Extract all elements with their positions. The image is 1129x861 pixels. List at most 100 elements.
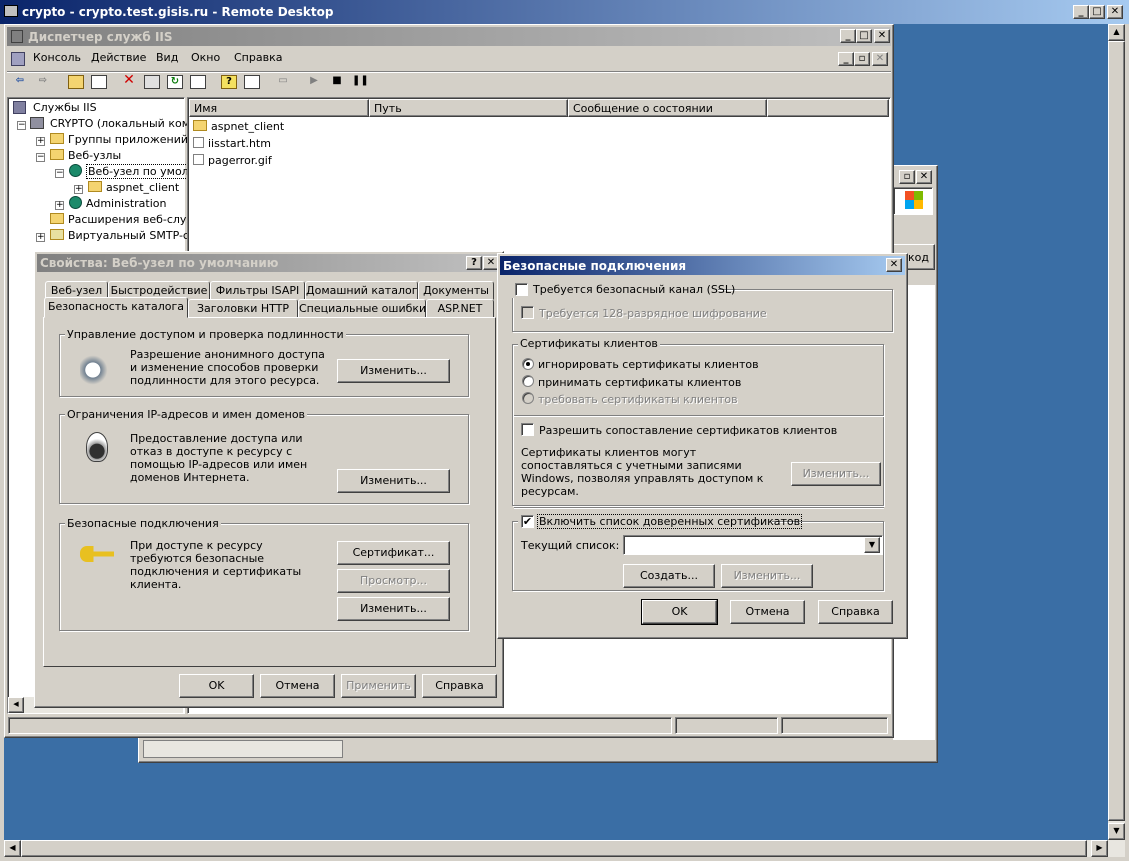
accept-certs-label[interactable]: принимать сертификаты клиентов: [538, 376, 741, 389]
show-action-pane-icon[interactable]: [244, 75, 260, 89]
current-list-dropdown[interactable]: ▼: [623, 535, 883, 555]
properties-apply-button[interactable]: Применить: [341, 674, 416, 698]
cert-mapping-checkbox[interactable]: [521, 423, 534, 436]
delete-icon[interactable]: ✕: [121, 73, 137, 89]
tab-home-directory[interactable]: Домашний каталог: [305, 281, 418, 300]
bg-window-bottom-scroll[interactable]: [143, 740, 343, 758]
tree-websites[interactable]: Веб-узлы: [50, 148, 121, 164]
scroll-left-arrow[interactable]: ◀: [8, 697, 24, 713]
tab-directory-security[interactable]: Безопасность каталога: [44, 297, 188, 318]
menu-window[interactable]: Окно: [191, 51, 220, 64]
tab-documents[interactable]: Документы: [418, 281, 494, 300]
ignore-certs-label[interactable]: игнорировать сертификаты клиентов: [538, 358, 759, 371]
rdp-hscroll[interactable]: ◀ ▶: [4, 840, 1125, 857]
start-icon[interactable]: ▶: [306, 75, 322, 89]
menu-help[interactable]: Справка: [234, 51, 282, 64]
require-128bit-label[interactable]: Требуется 128-разрядное шифрование: [539, 307, 767, 320]
view-certificate-button[interactable]: Просмотр...: [337, 569, 450, 593]
server-certificate-button[interactable]: Сертификат...: [337, 541, 450, 565]
bg-window-restore-button[interactable]: ▫: [899, 170, 915, 184]
ssl-help-button[interactable]: Справка: [818, 600, 893, 624]
require-certs-label[interactable]: требовать сертификаты клиентов: [538, 393, 738, 406]
scroll-up-arrow[interactable]: ▲: [1108, 24, 1125, 41]
tab-aspnet[interactable]: ASP.NET: [426, 299, 494, 318]
list-item[interactable]: aspnet_client: [193, 119, 284, 135]
properties-help-button-bottom[interactable]: Справка: [422, 674, 497, 698]
properties-cancel-button[interactable]: Отмена: [260, 674, 335, 698]
require-128bit-checkbox[interactable]: [521, 306, 534, 319]
menu-action[interactable]: Действие: [91, 51, 146, 64]
rdp-maximize-button[interactable]: □: [1089, 5, 1105, 19]
enable-ctl-checkbox[interactable]: ✔: [521, 515, 534, 528]
scroll-down-arrow[interactable]: ▼: [1108, 823, 1125, 840]
ctl-create-button[interactable]: Создать...: [623, 564, 715, 588]
list-item[interactable]: pagerror.gif: [193, 153, 272, 169]
menu-console[interactable]: Консоль: [33, 51, 81, 64]
tree-expander[interactable]: +: [55, 201, 64, 210]
ip-edit-button[interactable]: Изменить...: [337, 469, 450, 493]
tree-expander[interactable]: −: [17, 121, 26, 130]
iis-maximize-button[interactable]: □: [856, 29, 872, 43]
tree-web-extensions[interactable]: Расширения веб-служб: [50, 212, 203, 228]
require-ssl-checkbox[interactable]: [515, 283, 528, 296]
help-icon[interactable]: ?: [221, 75, 237, 89]
computer-icon[interactable]: ▭: [275, 75, 291, 89]
back-icon[interactable]: ⇦: [12, 75, 28, 89]
iis-close-button[interactable]: ✕: [874, 29, 890, 43]
hscroll-thumb[interactable]: [21, 840, 1087, 857]
tree-administration[interactable]: Administration: [69, 196, 167, 212]
mdi-close-button[interactable]: ✕: [872, 52, 888, 66]
tree-iis-services[interactable]: Службы IIS: [13, 100, 97, 116]
tree-aspnet-client[interactable]: aspnet_client: [88, 180, 179, 196]
tree-expander[interactable]: +: [36, 233, 45, 242]
smtp-icon: [50, 229, 64, 240]
tab-http-headers[interactable]: Заголовки HTTP: [188, 299, 298, 318]
cert-mapping-label[interactable]: Разрешить сопоставление сертификатов кли…: [539, 424, 837, 437]
col-header-name[interactable]: Имя: [189, 99, 369, 117]
export-icon[interactable]: [190, 75, 206, 89]
up-folder-icon[interactable]: [68, 75, 84, 89]
require-certs-radio[interactable]: [522, 392, 534, 404]
scroll-thumb[interactable]: [1108, 41, 1125, 821]
show-tree-icon[interactable]: [91, 75, 107, 89]
auth-edit-button[interactable]: Изменить...: [337, 359, 450, 383]
pause-icon[interactable]: ❚❚: [352, 75, 369, 89]
menu-view[interactable]: Вид: [156, 51, 178, 64]
col-header-path[interactable]: Путь: [369, 99, 568, 117]
rdp-vscroll[interactable]: ▲ ▼: [1108, 24, 1125, 840]
ignore-certs-radio[interactable]: [522, 358, 534, 370]
stop-icon[interactable]: ■: [329, 75, 345, 89]
chevron-down-icon[interactable]: ▼: [864, 537, 880, 553]
scroll-left-arrow[interactable]: ◀: [4, 840, 21, 857]
properties-icon[interactable]: [144, 75, 160, 89]
ssl-ok-button[interactable]: OK: [641, 599, 718, 625]
rdp-close-button[interactable]: ✕: [1107, 5, 1123, 19]
rdp-minimize-button[interactable]: _: [1073, 5, 1089, 19]
enable-ctl-label[interactable]: Включить список доверенных сертификатов: [537, 514, 803, 529]
require-ssl-label[interactable]: Требуется безопасный канал (SSL): [533, 283, 735, 296]
accept-certs-radio[interactable]: [522, 375, 534, 387]
refresh-icon[interactable]: ↻: [167, 75, 183, 89]
mdi-restore-button[interactable]: ▫: [854, 52, 870, 66]
ssl-cancel-button[interactable]: Отмена: [730, 600, 805, 624]
cert-mapping-edit-button[interactable]: Изменить...: [791, 462, 881, 486]
list-item[interactable]: iisstart.htm: [193, 136, 271, 152]
ssl-close-button[interactable]: ✕: [886, 258, 902, 272]
tab-isapi-filters[interactable]: Фильтры ISAPI: [210, 281, 305, 300]
secure-edit-button[interactable]: Изменить...: [337, 597, 450, 621]
bg-window-close-button[interactable]: ✕: [916, 170, 932, 184]
iis-minimize-button[interactable]: _: [840, 29, 856, 43]
tree-expander[interactable]: −: [36, 153, 45, 162]
col-header-status[interactable]: Сообщение о состоянии: [568, 99, 767, 117]
properties-ok-button[interactable]: OK: [179, 674, 254, 698]
tree-expander[interactable]: +: [36, 137, 45, 146]
tree-expander[interactable]: −: [55, 169, 64, 178]
scroll-right-arrow[interactable]: ▶: [1091, 840, 1108, 857]
tree-app-pools[interactable]: Группы приложений: [50, 132, 188, 148]
tab-custom-errors[interactable]: Специальные ошибки: [298, 299, 426, 318]
ctl-edit-button[interactable]: Изменить...: [721, 564, 813, 588]
mdi-minimize-button[interactable]: _: [838, 52, 854, 66]
tree-expander[interactable]: +: [74, 185, 83, 194]
properties-help-button[interactable]: ?: [466, 256, 482, 270]
forward-icon[interactable]: ⇨: [35, 75, 51, 89]
